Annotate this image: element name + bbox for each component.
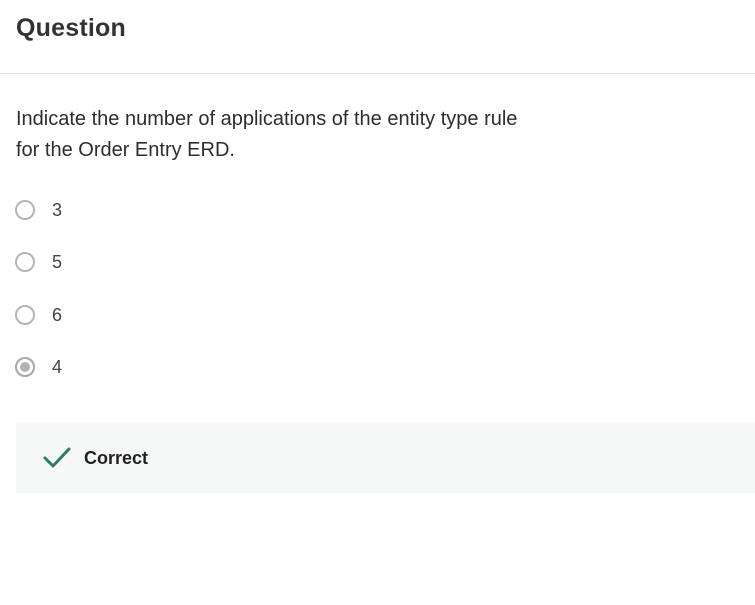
answer-option-4[interactable]: 4 [15,354,62,380]
feedback-banner: Correct [16,423,755,493]
option-label: 4 [52,356,63,377]
feedback-status: Correct [84,447,149,468]
radio-button[interactable] [15,305,35,325]
checkmark-icon [43,447,71,468]
option-label: 6 [52,304,63,325]
question-prompt: Indicate the number of applications of t… [16,108,518,161]
option-label: 5 [52,251,63,272]
page-title: Question [16,14,126,42]
answer-option-2[interactable]: 5 [15,249,62,275]
radio-button-selected[interactable] [15,357,35,377]
question-header: Question [0,0,755,74]
answer-option-1[interactable]: 3 [15,197,62,223]
radio-button[interactable] [15,200,35,220]
answer-option-3[interactable]: 6 [15,302,62,328]
radio-button[interactable] [15,252,35,272]
option-label: 3 [52,199,63,220]
